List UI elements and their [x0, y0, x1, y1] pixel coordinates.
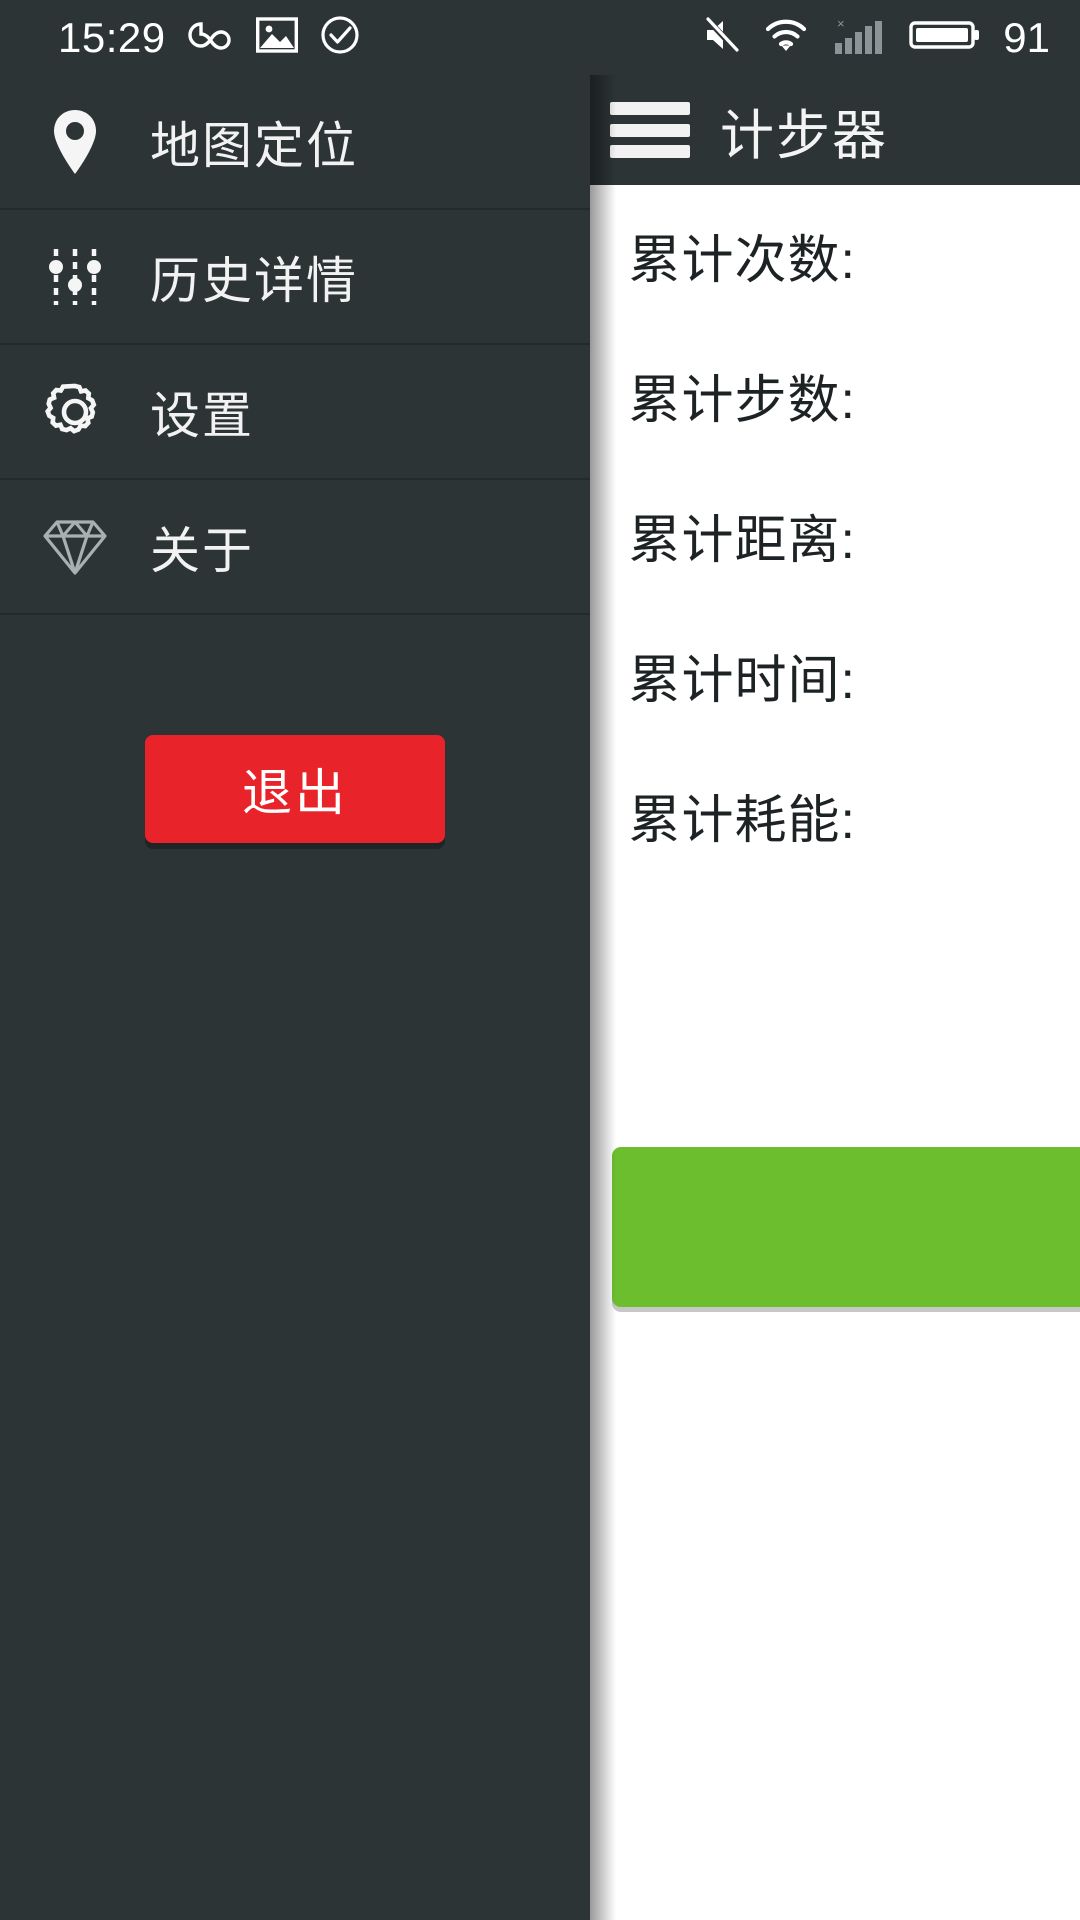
signal-bars-icon: ×: [831, 16, 887, 59]
mute-icon: [703, 16, 741, 59]
infinity-icon: [187, 18, 234, 57]
drawer-item-about[interactable]: 关于: [0, 480, 590, 615]
drawer-item-label: 地图定位: [150, 117, 358, 174]
page-title: 计步器: [720, 105, 888, 166]
battery-icon: [909, 16, 981, 59]
drawer-item-map-location[interactable]: 地图定位: [0, 75, 590, 210]
sliders-icon: [0, 245, 150, 309]
diamond-icon: [0, 516, 150, 578]
drawer-item-label: 历史详情: [150, 252, 358, 309]
exit-button-container: 退出: [0, 735, 590, 843]
hamburger-menu-icon[interactable]: [610, 102, 690, 158]
svg-text:×: ×: [837, 16, 845, 31]
check-circle-icon: [320, 15, 360, 60]
drawer-item-history-details[interactable]: 历史详情: [0, 210, 590, 345]
status-bar: 15:29 × 91: [0, 0, 1080, 75]
image-icon: [255, 17, 298, 58]
phone-screen: 15:29 × 91 计步器 累计次数: 累计步数: 累计距离: 累计时间: 累…: [0, 0, 1080, 1920]
drawer-item-label: 设置: [150, 387, 254, 444]
navigation-drawer: 地图定位 历史详情 设置 关于 退出: [0, 75, 590, 1920]
status-bar-right: × 91: [703, 16, 1080, 59]
status-bar-left: 15:29: [0, 15, 360, 60]
drawer-item-label: 关于: [150, 522, 254, 579]
drawer-item-settings[interactable]: 设置: [0, 345, 590, 480]
status-clock: 15:29: [58, 13, 166, 61]
gear-icon: [0, 379, 150, 445]
map-pin-icon: [0, 106, 150, 178]
start-button[interactable]: [612, 1147, 1080, 1307]
wifi-icon: [763, 17, 809, 58]
exit-button[interactable]: 退出: [145, 735, 445, 843]
battery-percent: 91: [1003, 13, 1050, 61]
